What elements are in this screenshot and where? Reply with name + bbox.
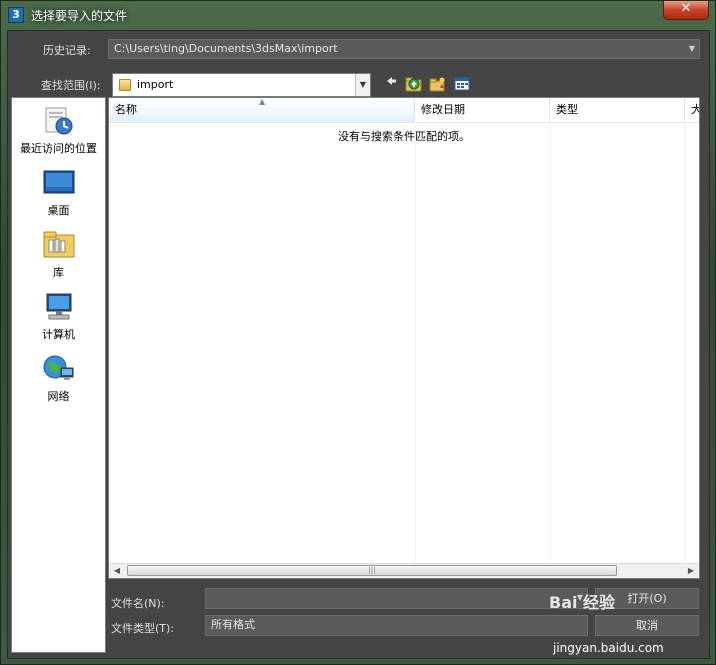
look-in-value: import (137, 78, 174, 91)
empty-list-message: 没有与搜索条件匹配的项。 (338, 130, 470, 143)
close-button[interactable]: ✕ (663, 1, 709, 20)
look-in-label: 查找范围(I): (41, 79, 101, 92)
file-list[interactable]: ▲ 名称 修改日期 类型 大 没有与搜索条件匹配的项。 ◀ ||| ▶ (108, 97, 700, 579)
column-header-date[interactable]: 修改日期 (415, 98, 550, 122)
computer-icon (43, 292, 75, 322)
place-label: 桌面 (47, 204, 70, 217)
scrollbar-thumb[interactable]: ||| (127, 565, 617, 576)
column-divider (685, 122, 686, 564)
place-label: 计算机 (42, 328, 75, 341)
file-import-dialog: 3 选择要导入的文件 ✕ 历史记录: C:\Users\ting\Documen… (0, 0, 716, 665)
history-combo[interactable]: C:\Users\ting\Documents\3dsMax\import ▼ (108, 39, 700, 59)
sort-ascending-icon: ▲ (259, 97, 266, 106)
places-bar: 最近访问的位置 桌面 库 计算机 网络 (11, 97, 106, 653)
history-label: 历史记录: (43, 44, 91, 57)
window-title: 选择要导入的文件 (31, 9, 128, 23)
column-label: 修改日期 (421, 103, 465, 116)
column-header-name[interactable]: ▲ 名称 (109, 98, 415, 122)
watermark-logo: Bai 经验 (549, 593, 616, 612)
new-folder-icon[interactable] (429, 75, 447, 93)
column-label: 大 (691, 103, 699, 116)
file-name-combo[interactable]: ▼ (205, 588, 588, 609)
place-network[interactable]: 网络 (12, 354, 105, 404)
title-bar[interactable]: 3 选择要导入的文件 ✕ (1, 1, 716, 29)
place-recent[interactable]: 最近访问的位置 (12, 106, 105, 156)
up-folder-icon[interactable] (405, 75, 423, 93)
place-label: 最近访问的位置 (20, 142, 97, 155)
place-libraries[interactable]: 库 (12, 230, 105, 280)
view-menu-icon[interactable] (453, 75, 481, 93)
history-value: C:\Users\ting\Documents\3dsMax\import (114, 42, 338, 55)
header-divider (109, 122, 699, 123)
watermark-url: jingyan.baidu.com (553, 641, 664, 655)
back-arrow-icon[interactable] (382, 75, 400, 93)
column-header-size[interactable]: 大 (685, 98, 699, 122)
column-divider (550, 122, 551, 564)
column-header-type[interactable]: 类型 (550, 98, 685, 122)
place-label: 网络 (47, 390, 70, 403)
desktop-icon (43, 168, 75, 198)
file-type-combo[interactable]: 所有格式 (205, 615, 588, 636)
horizontal-scrollbar[interactable]: ◀ ||| ▶ (109, 563, 699, 578)
scroll-right-icon[interactable]: ▶ (683, 564, 699, 578)
place-label: 库 (53, 266, 64, 279)
file-type-value: 所有格式 (211, 618, 255, 631)
look-in-combo[interactable]: import ▼ (112, 73, 371, 97)
place-desktop[interactable]: 桌面 (12, 168, 105, 218)
column-label: 类型 (556, 103, 578, 116)
chevron-down-icon[interactable]: ▼ (689, 40, 695, 58)
file-type-label: 文件类型(T): (111, 622, 175, 635)
app-3dsmax-icon: 3 (8, 7, 24, 23)
cancel-button[interactable]: 取消 (595, 615, 699, 636)
recent-places-icon (43, 106, 75, 136)
chevron-down-icon[interactable]: ▼ (355, 74, 370, 96)
dialog-body: 历史记录: C:\Users\ting\Documents\3dsMax\imp… (7, 30, 710, 659)
folder-icon (119, 79, 131, 91)
libraries-icon (43, 230, 75, 260)
column-divider (415, 122, 416, 564)
file-name-label: 文件名(N): (111, 597, 165, 610)
column-label: 名称 (115, 103, 137, 116)
network-icon (43, 354, 75, 384)
place-computer[interactable]: 计算机 (12, 292, 105, 342)
scroll-left-icon[interactable]: ◀ (109, 564, 125, 578)
